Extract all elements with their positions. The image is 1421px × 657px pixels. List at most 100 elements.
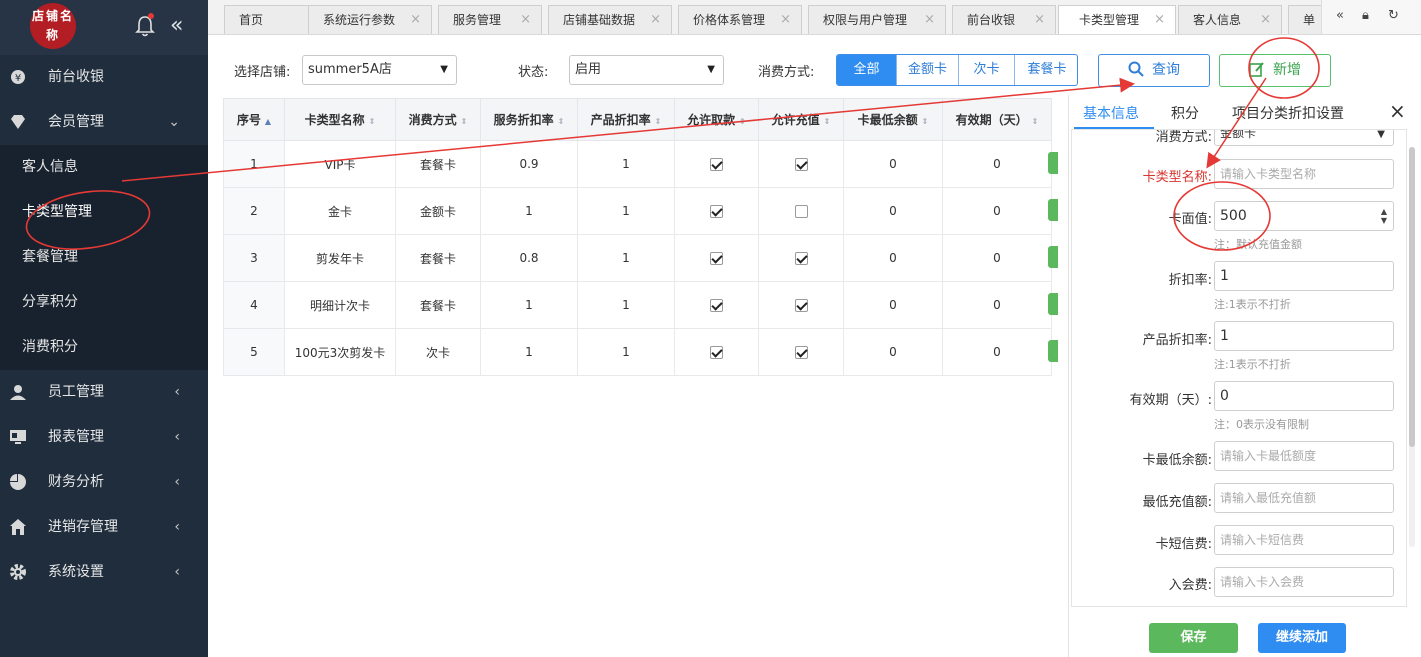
mode-package-card-button[interactable]: 套餐卡 <box>1015 55 1077 85</box>
mode-amount-card-button[interactable]: 金额卡 <box>897 55 959 85</box>
add-button[interactable]: 新增 <box>1219 54 1331 87</box>
row-action-button[interactable] <box>1048 246 1058 268</box>
recharge-checkbox[interactable] <box>794 346 808 359</box>
close-icon[interactable]: × <box>650 6 661 34</box>
tab-guest-info[interactable]: 客人信息 × <box>1178 5 1282 34</box>
tab-pricing[interactable]: 价格体系管理 × <box>678 5 802 34</box>
column-header[interactable]: 产品折扣率 ⇕ <box>577 98 675 141</box>
cell-validity: 0 <box>942 281 1052 329</box>
tab-front-cashier[interactable]: 前台收银 × <box>952 5 1056 34</box>
scroll-left-icon[interactable]: « <box>1336 8 1344 23</box>
sms-fee-input[interactable] <box>1214 525 1394 555</box>
tab-home[interactable]: 首页 <box>224 5 316 34</box>
status-select[interactable]: 启用 ▼ <box>569 55 724 85</box>
status-label: 状态: <box>518 65 549 80</box>
cell-service-discount: 0.8 <box>480 234 578 282</box>
close-icon[interactable]: × <box>780 6 791 34</box>
mode-all-button[interactable]: 全部 <box>837 55 897 85</box>
min-balance-input[interactable] <box>1214 441 1394 471</box>
row-action-button[interactable] <box>1048 340 1058 362</box>
recharge-checkbox[interactable] <box>794 299 808 312</box>
column-header[interactable]: 服务折扣率 ⇕ <box>480 98 578 141</box>
face-value-input[interactable]: 500 ▲ ▼ <box>1214 201 1394 231</box>
row-action-button[interactable] <box>1048 152 1058 174</box>
min-recharge-input[interactable] <box>1214 483 1394 513</box>
recharge-checkbox[interactable] <box>794 205 808 218</box>
column-header[interactable]: 允许取款 ⇕ <box>674 98 759 141</box>
sort-icon: ⇕ <box>823 117 831 126</box>
menu-item-reports[interactable]: 报表管理 ‹ <box>0 415 208 460</box>
withdraw-checkbox[interactable] <box>710 299 723 312</box>
validity-label: 有效期（天）: <box>1129 393 1212 408</box>
menu-item-finance[interactable]: 财务分析 ‹ <box>0 460 208 505</box>
join-fee-input[interactable] <box>1214 567 1394 597</box>
min-recharge-label: 最低充值额: <box>1142 495 1212 510</box>
mode-select[interactable]: 金额卡 ▼ <box>1214 130 1394 146</box>
column-header[interactable]: 卡类型名称 ⇕ <box>284 98 396 141</box>
panel-tab-basic-info[interactable]: 基本信息 <box>1083 103 1139 123</box>
column-header[interactable]: 有效期（天） ⇕ <box>942 98 1052 141</box>
table-row[interactable]: 5 100元3次剪发卡 次卡 1 1 0 0 <box>223 328 1052 376</box>
cell-min-balance: 0 <box>843 187 943 235</box>
tab-store-data[interactable]: 店铺基础数据 × <box>548 5 672 34</box>
recharge-checkbox[interactable] <box>794 252 808 265</box>
validity-input[interactable]: 0 <box>1214 381 1394 411</box>
column-header[interactable]: 消费方式 ⇕ <box>395 98 481 141</box>
header-label: 允许充值 <box>771 113 820 127</box>
continue-add-button[interactable]: 继续添加 <box>1258 623 1346 653</box>
row-action-button[interactable] <box>1048 293 1058 315</box>
mode-count-card-button[interactable]: 次卡 <box>959 55 1015 85</box>
recharge-checkbox[interactable] <box>794 158 808 171</box>
form-scrollbar-thumb[interactable] <box>1409 147 1415 447</box>
row-action-button[interactable] <box>1048 199 1058 221</box>
submenu-item-card-types[interactable]: 卡类型管理 <box>0 190 208 235</box>
panel-tab-category-discount[interactable]: 项目分类折扣设置 <box>1232 103 1344 123</box>
table-row[interactable]: 2 金卡 金额卡 1 1 0 0 <box>223 187 1052 235</box>
product-discount-value: 1 <box>1220 328 1229 344</box>
submenu-item-packages[interactable]: 套餐管理 <box>0 235 208 280</box>
submenu-item-share-points[interactable]: 分享积分 <box>0 280 208 325</box>
refresh-icon[interactable]: ↻ <box>1388 8 1399 23</box>
tab-permissions[interactable]: 权限与用户管理 × <box>808 5 946 34</box>
withdraw-checkbox[interactable] <box>710 252 723 265</box>
menu-item-inventory[interactable]: 进销存管理 ‹ <box>0 505 208 550</box>
panel-tab-points[interactable]: 积分 <box>1171 103 1199 123</box>
close-icon[interactable]: × <box>1154 6 1165 34</box>
lock-icon[interactable]: 🔒︎ <box>1362 8 1369 23</box>
withdraw-checkbox[interactable] <box>710 158 723 171</box>
card-name-input[interactable] <box>1214 159 1394 189</box>
tab-service[interactable]: 服务管理 × <box>438 5 542 34</box>
cell-validity: 0 <box>942 187 1052 235</box>
collapse-sidebar-icon[interactable]: « <box>170 12 183 40</box>
withdraw-checkbox[interactable] <box>710 205 723 218</box>
menu-item-staff[interactable]: 员工管理 ‹ <box>0 370 208 415</box>
submenu-item-guest-info[interactable]: 客人信息 <box>0 145 208 190</box>
menu-item-settings[interactable]: 系统设置 ‹ <box>0 550 208 595</box>
close-icon[interactable]: × <box>924 6 935 34</box>
cell-mode: 金额卡 <box>395 187 481 235</box>
close-icon[interactable]: × <box>520 6 531 34</box>
query-button[interactable]: 查询 <box>1098 54 1210 87</box>
table-row[interactable]: 4 明细计次卡 套餐卡 1 1 0 0 <box>223 281 1052 329</box>
menu-item-members[interactable]: 会员管理 ⌄ <box>0 100 208 145</box>
menu-item-cashier[interactable]: ¥ 前台收银 <box>0 55 208 100</box>
close-icon[interactable]: × <box>1389 99 1406 123</box>
submenu-item-consume-points[interactable]: 消费积分 <box>0 325 208 370</box>
close-icon[interactable]: × <box>1260 6 1271 34</box>
tab-label: 单 <box>1303 13 1316 27</box>
store-select[interactable]: summer5A店 ▼ <box>302 55 457 85</box>
discount-input[interactable]: 1 <box>1214 261 1394 291</box>
product-discount-input[interactable]: 1 <box>1214 321 1394 351</box>
table-row[interactable]: 3 剪发年卡 套餐卡 0.8 1 0 0 <box>223 234 1052 282</box>
tab-card-types[interactable]: 卡类型管理 × <box>1058 5 1176 34</box>
table-row[interactable]: 1 VIP卡 套餐卡 0.9 1 0 0 <box>223 140 1052 188</box>
close-icon[interactable]: × <box>1034 6 1045 34</box>
tab-system-params[interactable]: 系统运行参数 × <box>308 5 432 34</box>
number-spinner-icon[interactable]: ▲ ▼ <box>1381 207 1387 225</box>
withdraw-checkbox[interactable] <box>710 346 723 359</box>
column-header[interactable]: 序号 ▲ <box>223 98 285 141</box>
column-header[interactable]: 卡最低余额 ⇕ <box>843 98 943 141</box>
save-button[interactable]: 保存 <box>1149 623 1238 653</box>
close-icon[interactable]: × <box>410 6 421 34</box>
column-header[interactable]: 允许充值 ⇕ <box>758 98 844 141</box>
